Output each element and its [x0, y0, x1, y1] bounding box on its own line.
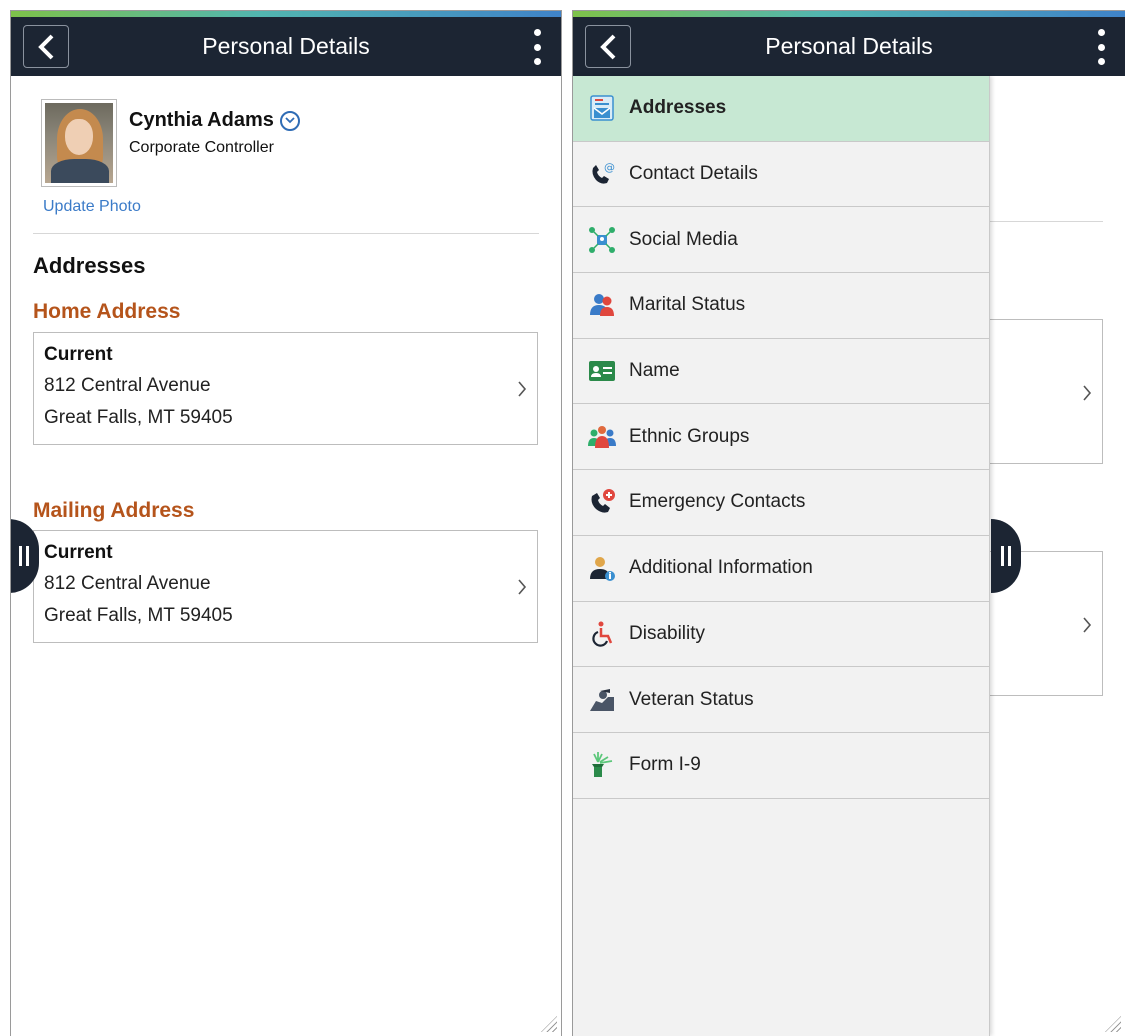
- kebab-dot-icon: [1097, 43, 1105, 51]
- menu-item-label: Disability: [629, 622, 706, 644]
- more-options-button[interactable]: [1095, 29, 1107, 65]
- menu-item-addresses[interactable]: Addresses: [573, 76, 989, 142]
- pause-bar-icon: [1001, 546, 1004, 566]
- address-line-2: Great Falls, MT 59405: [44, 407, 233, 428]
- menu-item-label: Name: [629, 360, 680, 382]
- name-card-icon: [587, 356, 617, 386]
- veteran-salute-icon: [587, 685, 617, 715]
- menu-item-label: Addresses: [629, 97, 727, 119]
- pause-bar-icon: [1008, 546, 1011, 566]
- kebab-dot-icon: [533, 43, 541, 51]
- menu-item-label: Form I-9: [629, 754, 701, 776]
- address-line-2: Great Falls, MT 59405: [44, 605, 233, 626]
- kebab-dot-icon: [1097, 58, 1105, 65]
- resize-grip-icon[interactable]: [541, 1016, 557, 1032]
- menu-item-label: Veteran Status: [629, 688, 754, 710]
- employee-name: Cynthia Adams: [129, 109, 274, 131]
- menu-item-label: Contact Details: [629, 163, 758, 185]
- person-info-icon: [587, 553, 617, 583]
- wheelchair-icon: [587, 619, 617, 649]
- employee-job-title: Corporate Controller: [129, 139, 274, 156]
- resize-grip-icon[interactable]: [1105, 1016, 1121, 1032]
- menu-item-label: Social Media: [629, 228, 738, 250]
- liberty-torch-icon: [587, 750, 617, 780]
- more-options-button[interactable]: [531, 29, 543, 65]
- avatar: [41, 99, 117, 187]
- menu-item-name[interactable]: Name: [573, 339, 989, 405]
- page-title: Personal Details: [202, 33, 370, 59]
- profile-header: Cynthia Adams Corporate Controller Updat…: [41, 99, 541, 225]
- kebab-dot-icon: [533, 29, 541, 36]
- address-line-1: 812 Central Avenue: [44, 573, 211, 594]
- chevron-right-icon: [518, 381, 527, 397]
- svg-text:@: @: [604, 161, 615, 174]
- menu-item-marital-status[interactable]: Marital Status: [573, 273, 989, 339]
- menu-item-emergency-contacts[interactable]: Emergency Contacts: [573, 470, 989, 536]
- phone-screen-left: Personal Details Cynthia Adams Corporate…: [10, 10, 562, 1036]
- home-address-title: Home Address: [33, 300, 181, 323]
- group-icon: [587, 422, 617, 452]
- menu-item-social-media[interactable]: Social Media: [573, 207, 989, 274]
- app-header: Personal Details: [573, 17, 1125, 76]
- chevron-right-icon: [518, 579, 527, 595]
- employee-name-menu[interactable]: Cynthia Adams: [129, 109, 300, 132]
- menu-item-form-i-9[interactable]: Form I-9: [573, 733, 989, 799]
- home-address-card[interactable]: [973, 319, 1103, 464]
- address-status: Current: [44, 344, 113, 365]
- menu-item-label: Marital Status: [629, 294, 746, 316]
- address-status: Current: [44, 542, 113, 563]
- kebab-dot-icon: [533, 58, 541, 65]
- mailing-address-title: Mailing Address: [33, 499, 195, 522]
- menu-item-veteran-status[interactable]: Veteran Status: [573, 667, 989, 733]
- couple-icon: [587, 290, 617, 320]
- app-header: Personal Details: [11, 17, 561, 76]
- menu-item-disability[interactable]: Disability: [573, 602, 989, 668]
- home-address-card[interactable]: Current 812 Central Avenue Great Falls, …: [33, 332, 538, 445]
- phone-screen-right: Personal Details Addresses @ Contact Det…: [572, 10, 1125, 1036]
- menu-item-additional-information[interactable]: Additional Information: [573, 536, 989, 602]
- kebab-dot-icon: [1097, 29, 1105, 36]
- chevron-down-icon[interactable]: [279, 110, 300, 131]
- section-title: Addresses: [33, 253, 146, 278]
- divider: [983, 221, 1103, 222]
- menu-item-label: Additional Information: [629, 557, 813, 579]
- divider: [33, 233, 539, 234]
- social-network-icon: [587, 225, 617, 255]
- update-photo-link[interactable]: Update Photo: [43, 198, 141, 216]
- menu-item-label: Ethnic Groups: [629, 425, 750, 447]
- address-line-1: 812 Central Avenue: [44, 375, 211, 396]
- phone-email-icon: @: [587, 159, 617, 189]
- mailing-address-card[interactable]: Current 812 Central Avenue Great Falls, …: [33, 530, 538, 643]
- address-card-icon: [587, 93, 617, 123]
- menu-item-ethnic-groups[interactable]: Ethnic Groups: [573, 404, 989, 471]
- emergency-phone-icon: [587, 487, 617, 517]
- menu-item-label: Emergency Contacts: [629, 491, 806, 513]
- chevron-right-icon: [1083, 385, 1092, 401]
- pause-bar-icon: [19, 546, 22, 566]
- chevron-right-icon: [1083, 617, 1092, 633]
- pause-bar-icon: [26, 546, 29, 566]
- side-navigation-menu: Addresses @ Contact Details Social Media…: [573, 76, 990, 1036]
- page-title: Personal Details: [765, 33, 933, 59]
- menu-item-contact-details[interactable]: @ Contact Details: [573, 142, 989, 208]
